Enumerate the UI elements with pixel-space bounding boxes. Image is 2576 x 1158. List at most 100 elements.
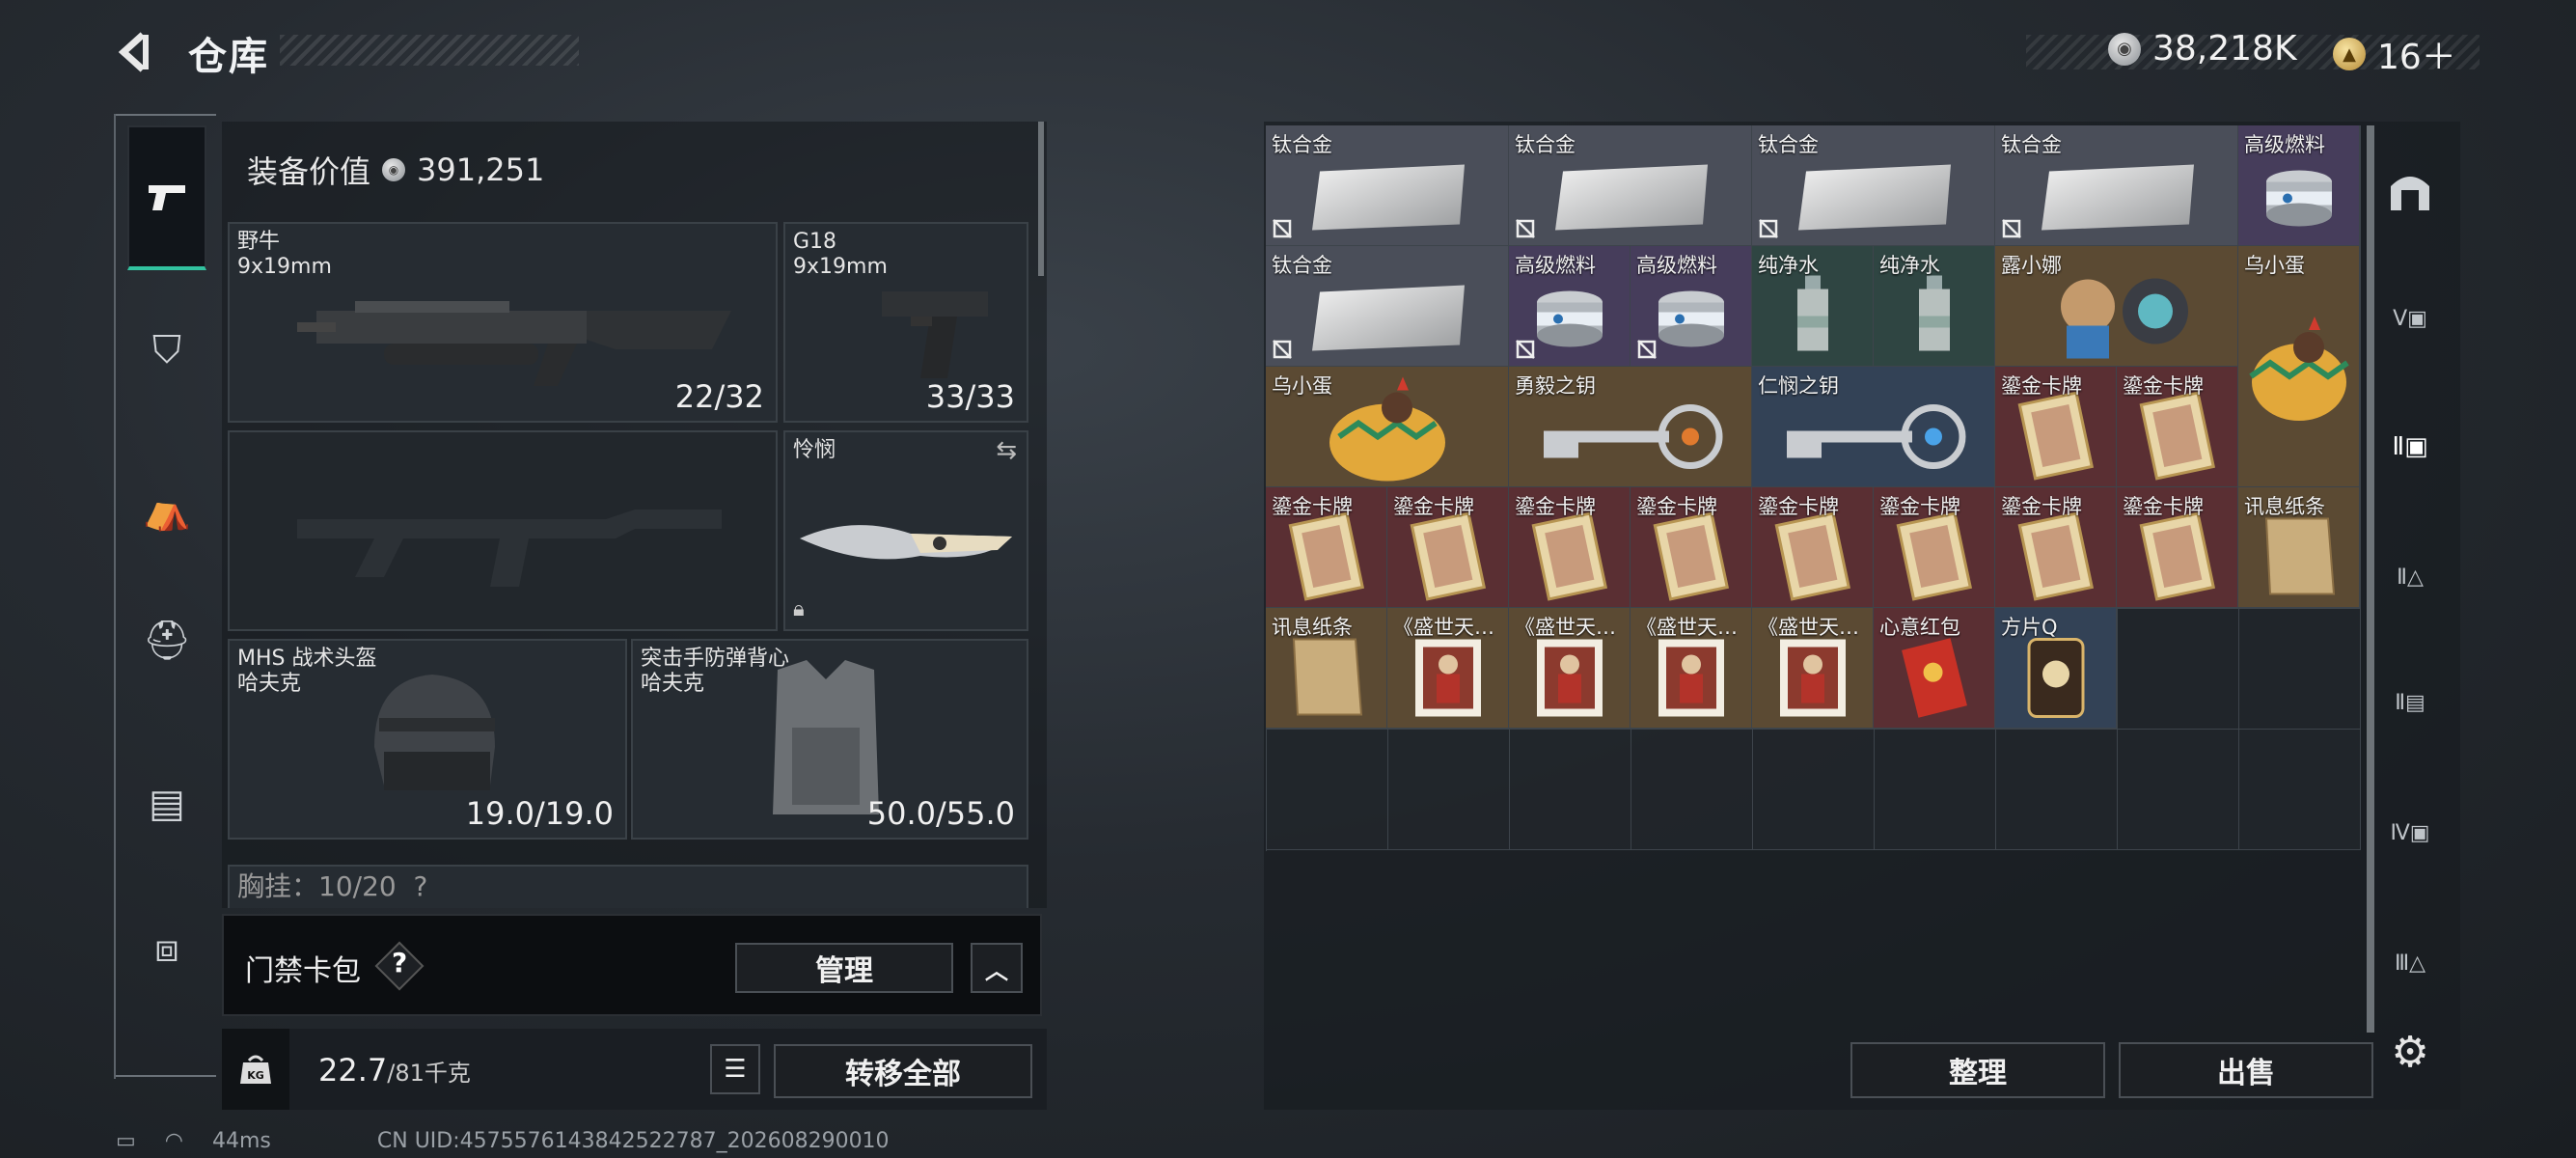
- item-card[interactable]: 鎏金卡牌: [2117, 487, 2238, 608]
- transfer-all-button[interactable]: 转移全部: [774, 1044, 1032, 1098]
- nav-backpack[interactable]: ⛺: [127, 437, 206, 582]
- equipment-value-label: 装备价值: [247, 153, 371, 190]
- item-name: 讯息纸条: [1272, 616, 1353, 639]
- item-key-blue[interactable]: 仁悯之钥: [1752, 367, 1995, 487]
- item-image: [2238, 246, 2359, 486]
- chest-rig-label: 胸挂：10/20 ?: [237, 870, 428, 902]
- nav-toolbox[interactable]: ⧈: [127, 876, 206, 1021]
- item-card[interactable]: 鎏金卡牌: [1752, 487, 1874, 608]
- item-painting[interactable]: 《盛世天…: [1509, 608, 1631, 729]
- tab-all[interactable]: [2379, 160, 2441, 222]
- item-name: 《盛世天…: [1636, 616, 1738, 639]
- list-view-button[interactable]: ☰: [710, 1044, 760, 1094]
- armor-slot[interactable]: 突击手防弹背心 哈夫克 50.0/55.0: [631, 639, 1028, 840]
- item-ingot[interactable]: 钛合金: [1995, 125, 2238, 246]
- item-name: 讯息纸条: [2244, 495, 2325, 518]
- item-bottle[interactable]: 纯净水: [1752, 246, 1874, 367]
- nav-weapons[interactable]: [127, 125, 206, 270]
- item-card[interactable]: 鎏金卡牌: [1995, 367, 2117, 487]
- item-name: 鎏金卡牌: [2123, 495, 2204, 518]
- karambit-image: [800, 525, 1012, 560]
- item-card[interactable]: 鎏金卡牌: [1266, 487, 1387, 608]
- back-button[interactable]: [108, 25, 162, 79]
- weight-icon: KG: [240, 1055, 271, 1084]
- item-name: 《盛世天…: [1515, 616, 1616, 639]
- item-bottle[interactable]: 纯净水: [1874, 246, 1995, 367]
- item-ingot[interactable]: 钛合金: [1266, 125, 1509, 246]
- item-name: 鎏金卡牌: [1879, 495, 1960, 518]
- sell-button[interactable]: 出售: [2119, 1042, 2373, 1098]
- keycard-bar: 门禁卡包 ? 管理 ︿: [222, 914, 1042, 1016]
- manage-button[interactable]: 管理: [735, 943, 953, 993]
- item-name: 钛合金: [1515, 133, 1576, 156]
- melee-slot[interactable]: 怜悯 ⇆ 🔒︎: [783, 430, 1028, 631]
- gear-icon: ⚙: [2391, 1027, 2429, 1077]
- item-card[interactable]: 鎏金卡牌: [1995, 487, 2117, 608]
- item-card[interactable]: 鎏金卡牌: [1874, 487, 1995, 608]
- tab-4[interactable]: Ⅳ▣: [2379, 802, 2441, 864]
- item-name: 鎏金卡牌: [2123, 374, 2204, 398]
- gold-currency[interactable]: ▲ 16＋: [2333, 29, 2456, 79]
- item-name: 纯净水: [1758, 254, 1819, 277]
- backpack-icon: ⛺: [143, 487, 191, 533]
- chest-rig-slot[interactable]: 胸挂：10/20 ?: [228, 865, 1028, 908]
- item-egg[interactable]: 乌小蛋: [2238, 246, 2360, 487]
- swap-icon[interactable]: ⇆: [996, 436, 1017, 465]
- sort-button[interactable]: 整理: [1850, 1042, 2105, 1098]
- item-egg[interactable]: 乌小蛋: [1266, 367, 1509, 487]
- item-can[interactable]: 高级燃料: [2238, 125, 2360, 246]
- nav-case[interactable]: ▤: [127, 731, 206, 876]
- nav-pouch[interactable]: ⛑: [127, 567, 206, 712]
- item-doll[interactable]: 露小娜: [1995, 246, 2238, 367]
- tab-6[interactable]: Ⅲ△: [2379, 932, 2441, 994]
- weight-bar: KG 22.7/81千克 ☰ 转移全部: [222, 1029, 1047, 1110]
- item-ingot[interactable]: 钛合金: [1509, 125, 1752, 246]
- item-ingot[interactable]: 钛合金: [1266, 246, 1509, 367]
- item-can[interactable]: 高级燃料: [1631, 246, 1752, 367]
- storage-iii-b-icon: Ⅲ△: [2394, 951, 2426, 976]
- title-decoration: [280, 35, 579, 66]
- nav-vest[interactable]: ⛉: [127, 278, 206, 423]
- item-painting[interactable]: 《盛世天…: [1631, 608, 1752, 729]
- item-tarot[interactable]: 方片Q: [1995, 608, 2117, 729]
- status-bar: ▭ ◠ 44ms CN UID:4575576143842522787_2026…: [116, 1129, 890, 1153]
- item-painting[interactable]: 《盛世天…: [1752, 608, 1874, 729]
- tab-5[interactable]: V▣: [2379, 288, 2441, 349]
- empty-rifle-slot[interactable]: [228, 430, 778, 631]
- item-name: 纯净水: [1879, 254, 1940, 277]
- storage-ii-icon: Ⅱ△: [2397, 565, 2424, 590]
- item-name: 鎏金卡牌: [1758, 495, 1839, 518]
- gold-coin-icon: ▲: [2333, 38, 2366, 70]
- item-paper[interactable]: 讯息纸条: [1266, 608, 1387, 729]
- item-paper[interactable]: 讯息纸条: [2238, 487, 2360, 608]
- secondary-weapon-slot[interactable]: G18 9x19mm 33/33: [783, 222, 1028, 423]
- storage-i-icon: Ⅱ▣: [2392, 432, 2428, 461]
- tab-2[interactable]: Ⅱ△: [2379, 546, 2441, 608]
- item-key[interactable]: 勇毅之钥: [1509, 367, 1752, 487]
- weight-icon-box: KG: [222, 1029, 289, 1110]
- primary-weapon-slot[interactable]: 野牛 9x19mm 22/32: [228, 222, 778, 423]
- item-painting[interactable]: 《盛世天…: [1387, 608, 1509, 729]
- collapse-button[interactable]: ︿: [971, 943, 1023, 993]
- item-name: 高级燃料: [1515, 254, 1596, 277]
- item-name: 鎏金卡牌: [1272, 495, 1353, 518]
- helmet-slot[interactable]: MHS 战术头盔 哈夫克 19.0/19.0: [228, 639, 627, 840]
- tab-1[interactable]: Ⅱ▣: [2379, 416, 2441, 478]
- settings-button[interactable]: ⚙: [2379, 1021, 2441, 1083]
- armor-durability: 50.0/55.0: [866, 795, 1015, 832]
- item-name: 钛合金: [1272, 133, 1332, 156]
- equipment-scrollbar[interactable]: [1038, 122, 1044, 276]
- silver-coin-icon: ◉: [2108, 32, 2141, 66]
- weight-current: 22.7: [318, 1052, 388, 1089]
- item-name: 《盛世天…: [1758, 616, 1859, 639]
- item-ingot[interactable]: 钛合金: [1752, 125, 1995, 246]
- item-envelope[interactable]: 心意红包: [1874, 608, 1995, 729]
- item-card[interactable]: 鎏金卡牌: [1631, 487, 1752, 608]
- tab-3[interactable]: Ⅱ▤: [2379, 672, 2441, 733]
- no-trade-icon: [1515, 339, 1536, 360]
- battery-icon: ▭: [116, 1129, 136, 1153]
- item-card[interactable]: 鎏金卡牌: [1509, 487, 1631, 608]
- item-card[interactable]: 鎏金卡牌: [1387, 487, 1509, 608]
- item-can[interactable]: 高级燃料: [1509, 246, 1631, 367]
- item-card[interactable]: 鎏金卡牌: [2117, 367, 2238, 487]
